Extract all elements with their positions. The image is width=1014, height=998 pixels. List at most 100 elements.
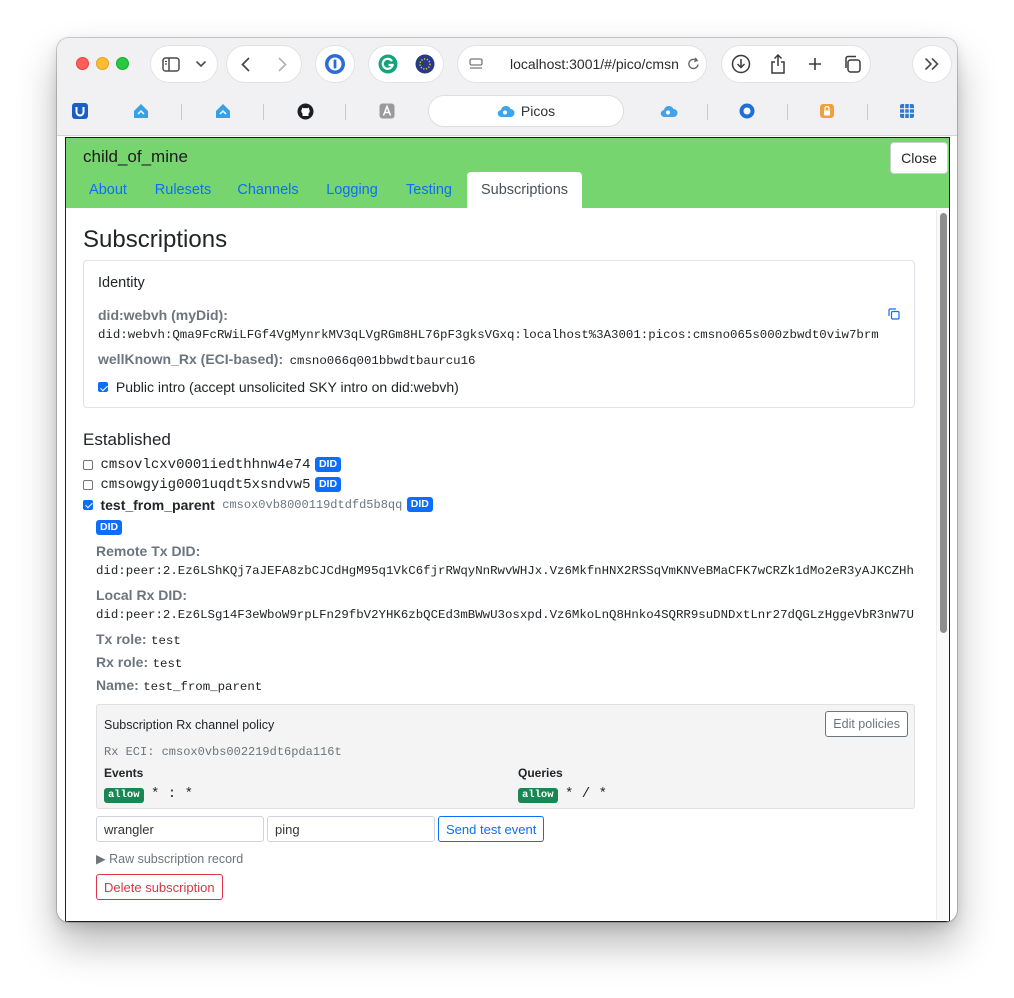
pinned-tab-lock[interactable] <box>803 96 851 126</box>
double-chevron-right-icon <box>925 58 939 70</box>
tab-separator <box>345 104 346 120</box>
close-button[interactable]: Close <box>890 142 948 174</box>
subscription-item[interactable]: cmsovlcxv0001iedthhnw4e74 DID <box>83 456 342 474</box>
tab-title: Picos <box>520 103 556 119</box>
pico-header: child_of_mine Close About Rulesets Chann… <box>66 138 949 208</box>
scrollbar-thumb[interactable] <box>940 213 947 633</box>
browser-toolbar: localhost:3001/#/pico/cmsn <box>57 38 957 90</box>
delete-subscription-button[interactable]: Delete subscription <box>96 874 223 900</box>
zoom-window-button[interactable] <box>116 57 129 70</box>
did-badge: DID <box>96 520 123 536</box>
name-value: test_from_parent <box>143 680 263 694</box>
more-tabs-button[interactable] <box>913 46 951 82</box>
rx-role-label: Rx role: <box>96 654 149 670</box>
pinned-tab-a[interactable] <box>363 96 411 126</box>
close-window-button[interactable] <box>76 57 89 70</box>
chevron-down-icon[interactable] <box>191 46 211 82</box>
tab-bar: Picos <box>57 90 957 136</box>
subscription-name: test_from_parent <box>100 496 215 513</box>
tx-role-value: test <box>151 634 181 648</box>
wellknown-label: wellKnown_Rx (ECI-based): <box>98 351 284 367</box>
letter-a-icon <box>379 103 395 119</box>
did-webvh-value: did:webvh:Qma9FcRWiLFGf4VgMynrkMV3qLVgRG… <box>98 328 879 342</box>
tab-channels[interactable]: Channels <box>226 172 310 208</box>
event-type-input[interactable] <box>267 816 435 842</box>
tab-rulesets[interactable]: Rulesets <box>144 172 222 208</box>
pinned-tab-github[interactable] <box>281 96 329 126</box>
allow-badge: allow <box>104 788 144 803</box>
subscription-item[interactable]: cmsowgyig0001uqdt5xsndvw5 DID <box>83 476 342 494</box>
reload-icon[interactable] <box>682 46 704 82</box>
tab-picos[interactable]: Picos <box>429 96 623 126</box>
local-rx-value: did:peer:2.Ez6LSg14F3eWboW9rpLFn29fbV2YH… <box>96 608 914 622</box>
wellknown-row: wellKnown_Rx (ECI-based): cmsno066q001bb… <box>98 351 475 369</box>
password-extension-button[interactable] <box>316 46 354 82</box>
pinned-tab-1[interactable] <box>117 96 165 126</box>
share-icon[interactable] <box>759 46 796 82</box>
sidebar-icon[interactable] <box>151 46 191 82</box>
did-badge: DID <box>406 497 433 513</box>
pinned-tab-2[interactable] <box>199 96 247 126</box>
grammar-extension-icon[interactable] <box>369 46 406 82</box>
remote-tx-value: did:peer:2.Ez6LShKQj7aJEFA8zbCJCdHgM95q1… <box>96 564 914 578</box>
url-text: localhost:3001/#/pico/cmsn <box>510 56 679 72</box>
github-icon <box>297 103 313 119</box>
subscription-item-selected[interactable]: test_from_parent cmsox0vb8000119dtdfd5b8… <box>83 496 433 514</box>
event-domain-input[interactable] <box>96 816 264 842</box>
tab-separator <box>707 104 708 120</box>
raw-record-toggle[interactable]: ▶ Raw subscription record <box>96 851 243 866</box>
subscriptions-panel: Subscriptions Identity did:webvh (myDid)… <box>66 208 934 921</box>
edit-policies-button[interactable]: Edit policies <box>825 711 908 737</box>
picos-cloud-icon <box>660 105 678 118</box>
tab-separator <box>787 104 788 120</box>
queries-rule-row: allow * / * <box>518 784 607 803</box>
tab-subscriptions[interactable]: Subscriptions <box>467 172 582 208</box>
subscription-checkbox[interactable] <box>83 459 93 470</box>
extensions-group <box>369 46 443 82</box>
events-rule-row: allow * : * <box>104 784 193 803</box>
forward-arrow-icon[interactable] <box>264 46 301 82</box>
pinned-tab-cloud[interactable] <box>645 96 693 126</box>
identity-title: Identity <box>98 275 145 291</box>
page-menu-icon[interactable] <box>458 46 494 82</box>
new-tab-plus-icon[interactable] <box>796 46 833 82</box>
established-heading: Established <box>83 430 171 449</box>
tab-separator <box>263 104 264 120</box>
public-intro-label: Public intro (accept unsolicited SKY int… <box>115 379 459 396</box>
download-icon[interactable] <box>722 46 759 82</box>
subscription-checkbox[interactable] <box>83 479 93 490</box>
ring-icon <box>739 103 755 119</box>
password-manager-icon <box>325 54 345 74</box>
pinned-tab-ublock[interactable] <box>66 96 94 126</box>
send-test-event-button[interactable]: Send test event <box>438 816 545 842</box>
tab-overview-icon[interactable] <box>833 46 870 82</box>
allow-badge: allow <box>518 788 558 803</box>
tab-about[interactable]: About <box>76 172 140 208</box>
pinned-tab-circle[interactable] <box>723 96 771 126</box>
subscription-id: cmsovlcxv0001iedthhnw4e74 <box>100 456 311 473</box>
page-title: Subscriptions <box>83 226 228 253</box>
browser-window: localhost:3001/#/pico/cmsn Picos child_o… <box>57 38 957 922</box>
rx-eci: Rx ECI: cmsox0vbs002219dt6pda116t <box>104 745 342 759</box>
minimize-window-button[interactable] <box>96 57 109 70</box>
copy-icon[interactable] <box>888 307 900 325</box>
local-rx-label: Local Rx DID: <box>96 587 188 603</box>
name-row: Name: test_from_parent <box>96 677 262 695</box>
events-rule: * : * <box>150 786 193 802</box>
subscription-checkbox[interactable] <box>83 499 93 510</box>
history-nav-group <box>227 46 301 82</box>
back-arrow-icon[interactable] <box>227 46 264 82</box>
page-scrollbar[interactable] <box>936 210 948 920</box>
public-intro-checkbox[interactable] <box>98 382 108 393</box>
pinned-tab-grid[interactable] <box>883 96 931 126</box>
tab-logging[interactable]: Logging <box>316 172 388 208</box>
remote-tx-label: Remote Tx DID: <box>96 543 201 559</box>
tab-separator <box>181 104 182 120</box>
pico-name: child_of_mine <box>83 147 188 166</box>
tab-testing[interactable]: Testing <box>394 172 464 208</box>
address-bar[interactable]: localhost:3001/#/pico/cmsn <box>458 46 706 82</box>
did-badge: DID <box>314 477 342 493</box>
eu-extension-icon[interactable] <box>406 46 443 82</box>
ublock-shield-icon <box>72 103 88 119</box>
actions-group <box>722 46 870 82</box>
